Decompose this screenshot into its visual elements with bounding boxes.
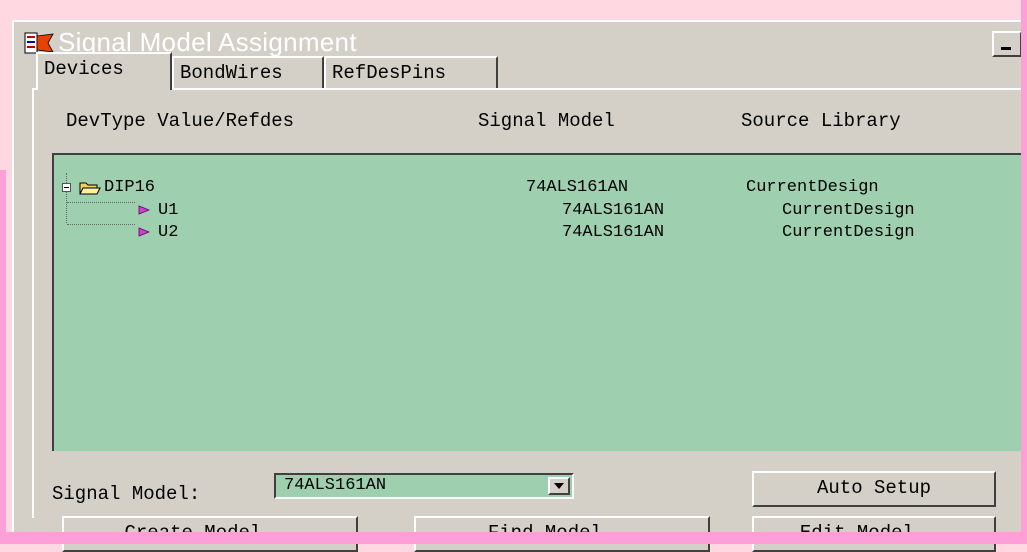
component-icon (138, 227, 150, 237)
signal-model-value: 74ALS161AN (284, 476, 387, 495)
device-name: DIP16 (104, 178, 156, 197)
signal-model-label: Signal Model: (52, 483, 201, 505)
tree-collapse-icon[interactable] (62, 183, 71, 192)
device-name: U1 (158, 201, 179, 220)
column-header-signal-model: Signal Model (478, 110, 615, 132)
device-source-library: CurrentDesign (782, 223, 915, 242)
tree-row-dip16[interactable]: DIP16 74ALS161AN CurrentDesign (54, 178, 1027, 200)
device-source-library: CurrentDesign (782, 201, 915, 220)
device-tree[interactable]: DIP16 74ALS161AN CurrentDesign U1 74ALS1… (52, 153, 1027, 451)
device-name: U2 (158, 223, 179, 242)
tree-row-u2[interactable]: U2 74ALS161AN CurrentDesign (54, 223, 1027, 245)
minimize-button[interactable] (992, 31, 1022, 57)
device-signal-model: 74ALS161AN (562, 201, 665, 220)
signal-model-select[interactable]: 74ALS161AN (274, 473, 574, 499)
device-signal-model: 74ALS161AN (562, 223, 665, 242)
page-border (0, 532, 1027, 544)
open-folder-icon (79, 182, 101, 195)
column-header-source-library: Source Library (741, 110, 901, 132)
tab-bondwires[interactable]: BondWires (172, 56, 324, 88)
chevron-down-icon[interactable] (548, 477, 570, 495)
tree-row-u1[interactable]: U1 74ALS161AN CurrentDesign (54, 201, 1027, 223)
column-header-devtype: DevType Value/Refdes (66, 110, 295, 132)
page-border (0, 170, 6, 544)
signal-model-app-icon (24, 32, 54, 54)
auto-setup-button[interactable]: Auto Setup (752, 471, 996, 507)
device-signal-model: 74ALS161AN (526, 178, 629, 197)
component-icon (138, 205, 150, 215)
device-source-library: CurrentDesign (746, 178, 879, 197)
tab-devices[interactable]: Devices (36, 52, 172, 90)
page-border (1021, 0, 1027, 544)
tab-refdespins[interactable]: RefDesPins (324, 56, 498, 88)
